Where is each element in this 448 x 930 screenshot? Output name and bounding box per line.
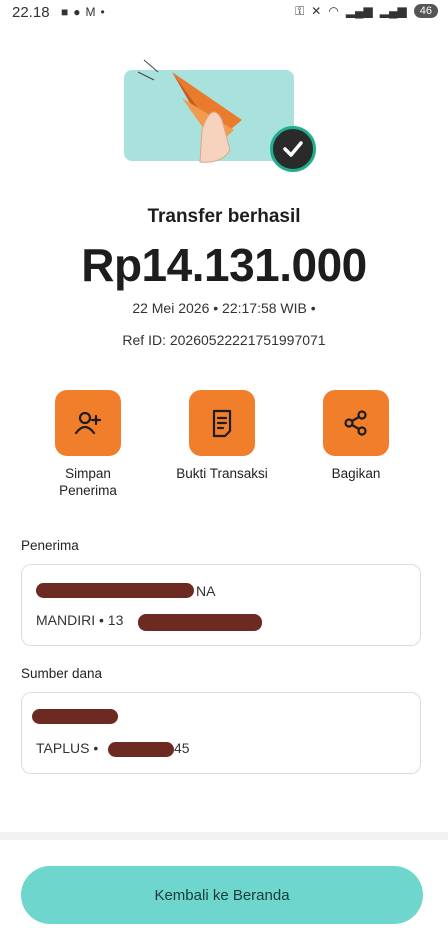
share-label: Bagikan: [331, 466, 381, 481]
status-time: 22.18: [12, 4, 50, 21]
source-account-prefix: TAPLUS •: [36, 740, 99, 756]
chat-icon: ●: [73, 5, 81, 19]
recipient-bank: MANDIRI • 13: [36, 612, 124, 628]
share-icon: [323, 390, 389, 456]
result-title: Transfer berhasil: [147, 206, 301, 227]
check-icon: [270, 126, 316, 172]
key-icon: ⚿: [295, 4, 305, 18]
mail-icon: M: [85, 5, 96, 19]
notification-icons: ■ ● M •: [61, 6, 105, 18]
mute-icon: ✕: [311, 4, 322, 18]
redacted-source-name: [32, 709, 118, 724]
receipt-icon: [189, 390, 255, 456]
receipt-button[interactable]: Bukti Transaksi: [162, 390, 282, 482]
source-account-suffix: 45: [174, 740, 190, 756]
back-to-home-button[interactable]: Kembali ke Beranda: [21, 866, 423, 924]
transfer-datetime: 22 Mei 2026 • 22:17:58 WIB •: [132, 300, 316, 316]
status-bar: 22.18 ■ ● M • ⚿ ✕ ◠ ▂▄▆ ▂▄▆ 46: [0, 0, 448, 26]
battery-icon: 46: [413, 4, 438, 18]
add-user-icon: [55, 390, 121, 456]
dot-icon: •: [100, 5, 105, 19]
footer-divider: [0, 832, 448, 840]
signal-icon-2: ▂▄▆: [379, 4, 407, 18]
redacted-name: [36, 583, 194, 598]
recipient-name-suffix: NA: [196, 583, 216, 599]
recipient-section-label: Penerima: [21, 538, 79, 553]
signal-icon: ▂▄▆: [345, 4, 373, 18]
receipt-label: Bukti Transaksi: [176, 466, 268, 481]
wifi-icon: ◠: [328, 4, 339, 18]
source-card: TAPLUS • 45: [21, 692, 421, 774]
paper-plane-hand-icon: [137, 59, 242, 163]
share-button[interactable]: Bagikan: [296, 390, 416, 482]
save-recipient-label: Simpan Penerima: [59, 466, 117, 498]
transfer-amount: Rp14.131.000: [81, 239, 367, 291]
reference-id: Ref ID: 20260522221751997071: [122, 332, 326, 348]
system-icons: ⚿ ✕ ◠ ▂▄▆ ▂▄▆ 46: [295, 4, 438, 18]
redacted-source-account: [108, 742, 174, 757]
success-illustration: [124, 50, 320, 172]
save-recipient-button[interactable]: Simpan Penerima: [28, 390, 148, 499]
recipient-card: NA MANDIRI • 13: [21, 564, 421, 646]
shopping-bag-icon: ■: [61, 5, 69, 19]
redacted-account: [138, 614, 262, 631]
source-section-label: Sumber dana: [21, 666, 103, 681]
